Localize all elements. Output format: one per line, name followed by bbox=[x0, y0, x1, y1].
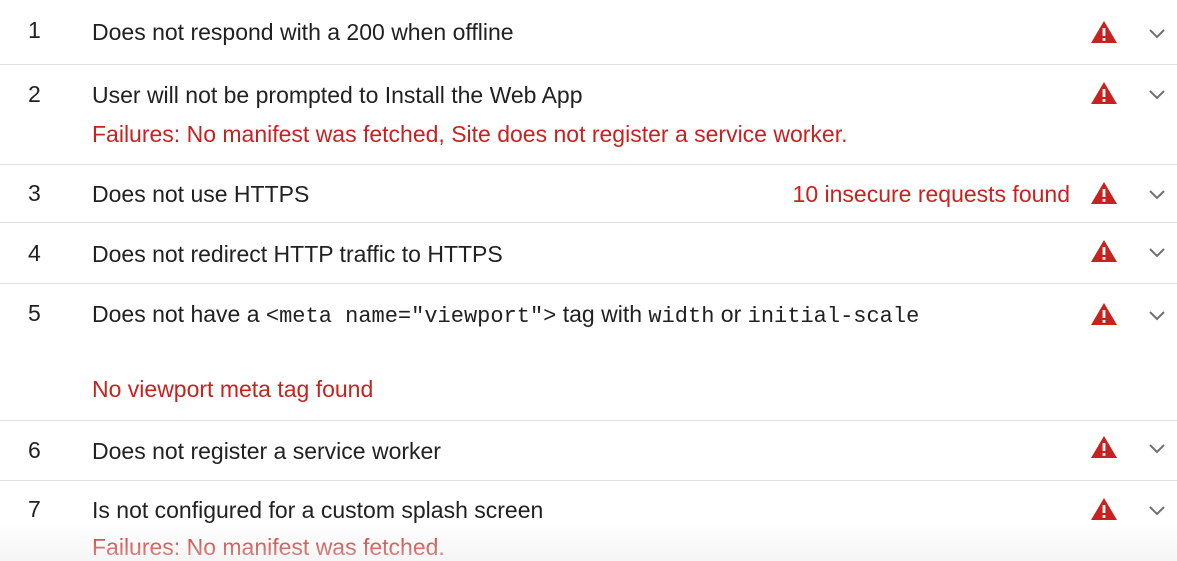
audit-row-5[interactable]: 5 Does not have a <meta name="viewport">… bbox=[0, 284, 1177, 421]
audit-title-text: or bbox=[714, 301, 748, 327]
audit-list: 1 Does not respond with a 200 when offli… bbox=[0, 0, 1177, 561]
audit-number: 4 bbox=[28, 240, 41, 266]
audit-title: User will not be prompted to Install the… bbox=[92, 82, 583, 108]
audit-title-code: initial-scale bbox=[747, 304, 920, 329]
audit-failure-text: No viewport meta tag found bbox=[92, 376, 374, 402]
warning-triangle-icon bbox=[1091, 182, 1117, 204]
audit-number: 5 bbox=[28, 300, 41, 326]
audit-row-6[interactable]: 6 Does not register a service worker bbox=[0, 421, 1177, 481]
audit-title-code: width bbox=[648, 304, 715, 329]
warning-triangle-icon bbox=[1091, 303, 1117, 325]
warning-triangle-icon bbox=[1091, 21, 1117, 43]
audit-title-code: <meta name="viewport"> bbox=[265, 304, 557, 329]
audit-row-3[interactable]: 3 Does not use HTTPS 10 insecure request… bbox=[0, 165, 1177, 223]
chevron-down-icon[interactable] bbox=[1148, 189, 1166, 201]
audit-row-2[interactable]: 2 User will not be prompted to Install t… bbox=[0, 65, 1177, 165]
audit-row-7[interactable]: 7 Is not configured for a custom splash … bbox=[0, 481, 1177, 561]
audit-number: 6 bbox=[28, 437, 41, 463]
chevron-down-icon[interactable] bbox=[1148, 310, 1166, 322]
audit-number: 7 bbox=[28, 496, 41, 522]
audit-display-value: 10 insecure requests found bbox=[792, 181, 1070, 207]
audit-row-4[interactable]: 4 Does not redirect HTTP traffic to HTTP… bbox=[0, 223, 1177, 284]
audit-title: Does not redirect HTTP traffic to HTTPS bbox=[92, 241, 503, 267]
audit-title: Does not have a <meta name="viewport"> t… bbox=[92, 296, 1012, 335]
audit-title-text: Does not have a bbox=[92, 301, 266, 327]
warning-triangle-icon bbox=[1091, 240, 1117, 262]
chevron-down-icon[interactable] bbox=[1148, 89, 1166, 101]
audit-title: Does not respond with a 200 when offline bbox=[92, 19, 514, 45]
chevron-down-icon[interactable] bbox=[1148, 247, 1166, 259]
audit-title-text: tag with bbox=[556, 301, 649, 327]
audit-title: Is not configured for a custom splash sc… bbox=[92, 497, 544, 523]
warning-triangle-icon bbox=[1091, 82, 1117, 104]
audit-number: 2 bbox=[28, 81, 41, 107]
chevron-down-icon[interactable] bbox=[1148, 28, 1166, 40]
audit-number: 1 bbox=[28, 17, 41, 43]
audit-title: Does not register a service worker bbox=[92, 438, 441, 464]
audit-number: 3 bbox=[28, 180, 41, 206]
audit-failure-text: Failures: No manifest was fetched, Site … bbox=[92, 121, 848, 147]
audit-failure-text: Failures: No manifest was fetched. bbox=[92, 534, 445, 560]
warning-triangle-icon bbox=[1091, 436, 1117, 458]
audit-row-1[interactable]: 1 Does not respond with a 200 when offli… bbox=[0, 0, 1177, 65]
chevron-down-icon[interactable] bbox=[1148, 443, 1166, 455]
chevron-down-icon[interactable] bbox=[1148, 505, 1166, 517]
warning-triangle-icon bbox=[1091, 498, 1117, 520]
